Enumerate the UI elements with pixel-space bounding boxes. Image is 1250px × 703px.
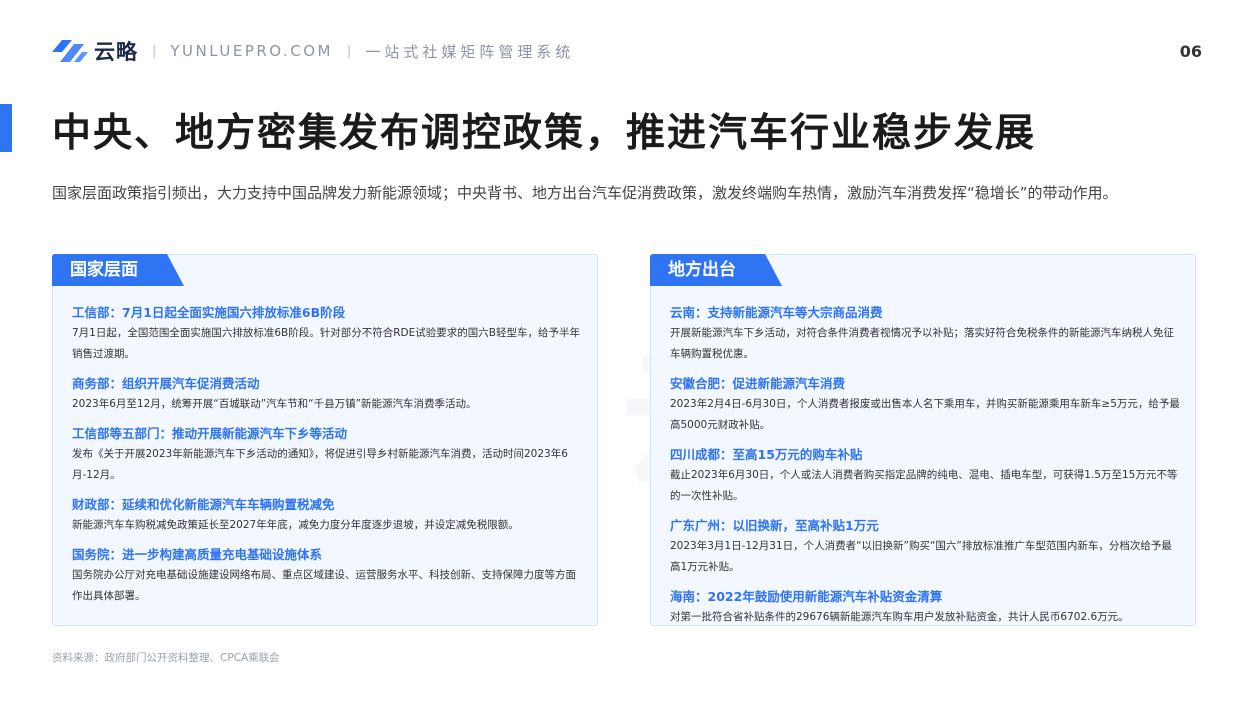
header-divider: | (152, 43, 157, 59)
item-title: 工信部等五部门：推动开展新能源汽车下乡等活动 (72, 426, 348, 441)
item-title: 工信部：7月1日起全面实施国六排放标准6B阶段 (72, 305, 346, 320)
local-heading: 地方出台 (650, 254, 782, 286)
item-body: 对第一批符合省补贴条件的29676辆新能源汽车购车用户发放补贴资金，共计人民币6… (670, 611, 1129, 623)
item-title: 安徽合肥：促进新能源汽车消费 (670, 376, 846, 391)
list-item: 国务院：进一步构建高质量充电基础设施体系 国务院办公厅对充电基础设施建设网络布局… (72, 545, 582, 607)
header-divider: | (346, 43, 352, 59)
item-body: 2023年6月至12月，统筹开展“百城联动”汽车节和“千县万镇”新能源汽车消费季… (72, 398, 477, 410)
item-title: 广东广州：以旧换新，至高补贴1万元 (670, 518, 879, 533)
local-item-list: 云南：支持新能源汽车等大宗商品消费 开展新能源汽车下乡活动，对符合条件消费者视情… (670, 303, 1180, 637)
item-body: 7月1日起，全国范围全面实施国六排放标准6B阶段。针对部分不符合RDE试验要求的… (72, 327, 580, 360)
title-accent-bar (0, 104, 12, 152)
page-title: 中央、地方密集发布调控政策，推进汽车行业稳步发展 (52, 111, 1037, 156)
item-body: 开展新能源汽车下乡活动，对符合条件消费者视情况予以补贴；落实好符合免税条件的新能… (670, 327, 1174, 360)
item-title: 国务院：进一步构建高质量充电基础设施体系 (72, 547, 323, 562)
item-body: 发布《关于开展2023年新能源汽车下乡活动的通知》，将促进引导乡村新能源汽车消费… (72, 448, 568, 481)
item-title: 云南：支持新能源汽车等大宗商品消费 (670, 305, 883, 320)
item-body: 新能源汽车车购税减免政策延长至2027年年底，减免力度分年度逐步退坡，并设定减免… (72, 519, 519, 531)
list-item: 财政部：延续和优化新能源汽车车辆购置税减免 新能源汽车车购税减免政策延长至202… (72, 495, 582, 536)
logo-stripes-icon (52, 40, 88, 62)
item-body: 国务院办公厅对充电基础设施建设网络布局、重点区域建设、运营服务水平、科技创新、支… (72, 569, 576, 602)
source-note: 资料来源：政府部门公开资料整理、CPCA乘联会 (52, 652, 280, 664)
item-body: 2023年2月4日-6月30日，个人消费者报废或出售本人名下乘用车，并购买新能源… (670, 398, 1180, 431)
list-item: 四川成都：至高15万元的购车补贴 截止2023年6月30日，个人或法人消费者购买… (670, 445, 1180, 507)
list-item: 广东广州：以旧换新，至高补贴1万元 2023年3月1日-12月31日，个人消费者… (670, 516, 1180, 578)
list-item: 云南：支持新能源汽车等大宗商品消费 开展新能源汽车下乡活动，对符合条件消费者视情… (670, 303, 1180, 365)
list-item: 工信部等五部门：推动开展新能源汽车下乡等活动 发布《关于开展2023年新能源汽车… (72, 424, 582, 486)
national-panel: 国家层面 工信部：7月1日起全面实施国六排放标准6B阶段 7月1日起，全国范围全… (52, 254, 598, 626)
tagline: 一站式社媒矩阵管理系统 (365, 42, 575, 61)
national-item-list: 工信部：7月1日起全面实施国六排放标准6B阶段 7月1日起，全国范围全面实施国六… (72, 303, 582, 616)
list-item: 商务部：组织开展汽车促消费活动 2023年6月至12月，统筹开展“百城联动”汽车… (72, 374, 582, 415)
brand-name: 云略 (94, 40, 138, 64)
local-panel: 地方出台 云南：支持新能源汽车等大宗商品消费 开展新能源汽车下乡活动，对符合条件… (650, 254, 1196, 626)
item-body: 截止2023年6月30日，个人或法人消费者购买指定品牌的纯电、混电、插电车型，可… (670, 469, 1178, 502)
list-item: 安徽合肥：促进新能源汽车消费 2023年2月4日-6月30日，个人消费者报废或出… (670, 374, 1180, 436)
site-url: YUNLUEPRO.COM (170, 42, 333, 60)
page-number: 06 (1179, 41, 1202, 61)
item-title: 四川成都：至高15万元的购车补贴 (670, 447, 863, 462)
header-bar: 云略 | YUNLUEPRO.COM | 一站式社媒矩阵管理系统 06 (52, 36, 1202, 66)
national-heading: 国家层面 (52, 254, 184, 286)
item-title: 海南：2022年鼓励使用新能源汽车补贴资金清算 (670, 589, 943, 604)
list-item: 工信部：7月1日起全面实施国六排放标准6B阶段 7月1日起，全国范围全面实施国六… (72, 303, 582, 365)
intro-paragraph: 国家层面政策指引频出，大力支持中国品牌发力新能源领域；中央背书、地方出台汽车促消… (52, 184, 1118, 202)
item-title: 商务部：组织开展汽车促消费活动 (72, 376, 260, 391)
item-title: 财政部：延续和优化新能源汽车车辆购置税减免 (72, 497, 335, 512)
item-body: 2023年3月1日-12月31日，个人消费者“以旧换新”购买“国六”排放标准推广… (670, 540, 1172, 573)
list-item: 海南：2022年鼓励使用新能源汽车补贴资金清算 对第一批符合省补贴条件的2967… (670, 587, 1180, 628)
